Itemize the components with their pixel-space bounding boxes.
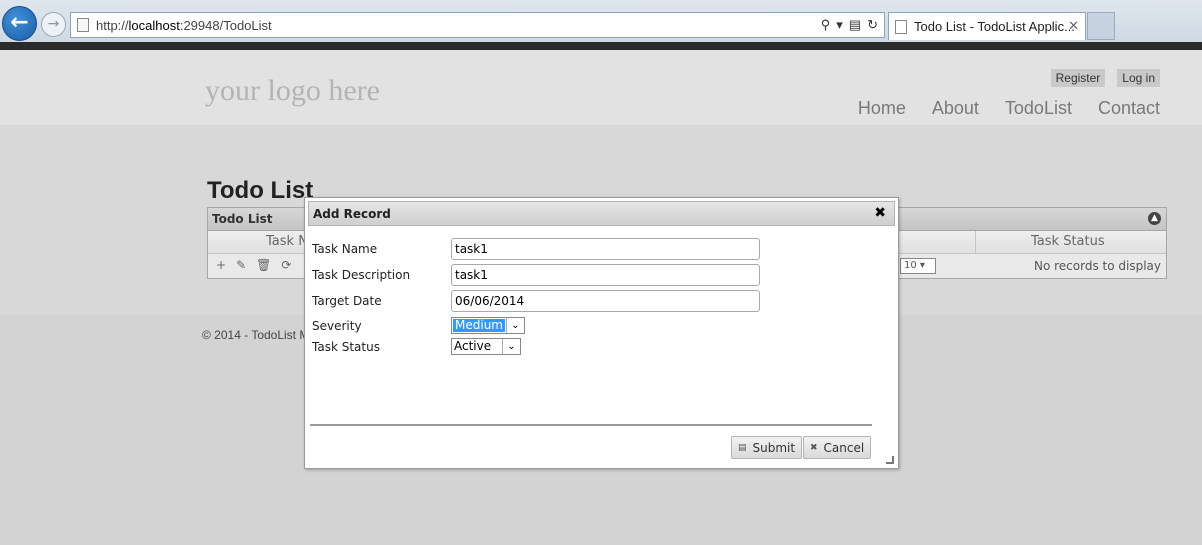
page-title: Todo List	[207, 177, 314, 204]
logo[interactable]: your logo here	[205, 74, 380, 108]
chevron-down-icon[interactable]: ⌄	[505, 318, 524, 333]
task-status-label: Task Status	[312, 339, 380, 354]
column-task-status[interactable]: Task Status	[1031, 234, 1105, 249]
add-icon[interactable]: +	[216, 258, 226, 272]
submit-button[interactable]: ▤ Submit	[731, 436, 803, 459]
dialog-titlebar[interactable]: Add Record ✖	[308, 201, 895, 226]
task-status-select[interactable]: Active ⌄	[451, 338, 521, 355]
no-records-text: No records to display	[1033, 259, 1161, 273]
login-link[interactable]: Log in	[1117, 69, 1160, 87]
target-date-label: Target Date	[312, 294, 382, 308]
dropdown-icon[interactable]: ▾	[836, 17, 843, 33]
severity-label: Severity	[312, 318, 362, 333]
page-size-value: 10	[904, 260, 917, 271]
url-rest: :29948/TodoList	[179, 17, 272, 33]
page-size-select[interactable]: 10 ▾	[900, 258, 936, 274]
refresh-icon[interactable]: ⟳	[281, 258, 291, 272]
browser-tab[interactable]: Todo List - TodoList Applic... ✕	[888, 12, 1086, 40]
tab-title: Todo List - TodoList Applic...	[914, 19, 1075, 34]
task-description-input[interactable]	[451, 264, 760, 286]
dialog-title: Add Record	[313, 207, 391, 221]
close-icon: ✖	[810, 442, 818, 453]
task-name-input[interactable]	[451, 238, 760, 260]
footer-text: © 2014 - TodoList MV	[202, 328, 318, 342]
form-row-task-status: Task Status Active ⌄	[312, 338, 521, 355]
page-icon	[77, 18, 89, 32]
url-prefix: http://	[96, 17, 129, 33]
tab-page-icon	[895, 19, 907, 34]
grid-caption-text: Todo List	[212, 212, 273, 226]
cancel-button[interactable]: ✖ Cancel	[803, 436, 872, 459]
main-nav: Home About TodoList Contact	[858, 98, 1160, 119]
pager-actions: + ✎ 🗑 ⟳	[216, 258, 291, 272]
submit-label: Submit	[752, 440, 796, 455]
form-row-task-name: Task Name	[312, 238, 760, 260]
resize-grip-icon[interactable]	[886, 456, 894, 464]
chevron-down-icon[interactable]: ⌄	[502, 339, 520, 354]
browser-divider	[0, 42, 1202, 50]
edit-icon[interactable]: ✎	[236, 258, 246, 272]
address-bar[interactable]: http://localhost:29948/TodoList ⚲ ▾ ▤ ↻	[70, 12, 885, 38]
close-icon[interactable]: ✖	[874, 205, 886, 221]
severity-select[interactable]: Medium ⌄	[451, 317, 525, 334]
back-arrow-icon[interactable]: ←	[2, 6, 37, 41]
nav-about[interactable]: About	[932, 98, 979, 119]
dialog-separator	[310, 424, 872, 426]
delete-icon[interactable]: 🗑	[256, 258, 271, 272]
form-row-severity: Severity Medium ⌄	[312, 317, 525, 334]
close-icon[interactable]: ✕	[1068, 18, 1079, 34]
save-icon: ▤	[738, 442, 747, 453]
column-task-name[interactable]: Task N	[266, 234, 308, 249]
new-tab-button[interactable]	[1087, 12, 1115, 40]
column-divider	[975, 231, 976, 254]
site-header: your logo here Register Log in Home Abou…	[0, 50, 1202, 125]
target-date-input[interactable]	[451, 290, 760, 312]
browser-chrome: ← → http://localhost:29948/TodoList ⚲ ▾ …	[0, 0, 1202, 42]
nav-todolist[interactable]: TodoList	[1005, 98, 1072, 119]
refresh-icon[interactable]: ↻	[867, 17, 878, 33]
severity-value: Medium	[453, 318, 505, 332]
forward-arrow-icon[interactable]: →	[41, 12, 66, 37]
cancel-label: Cancel	[823, 440, 865, 455]
compat-view-icon[interactable]: ▤	[849, 17, 861, 33]
register-link[interactable]: Register	[1050, 69, 1106, 87]
task-name-label: Task Name	[312, 242, 378, 256]
url-host: localhost	[128, 17, 180, 33]
nav-contact[interactable]: Contact	[1098, 98, 1160, 119]
form-row-task-description: Task Description	[312, 264, 760, 286]
add-record-dialog: Add Record ✖ Task Name Task Description …	[304, 197, 899, 469]
login-links: Register Log in	[1050, 69, 1160, 87]
task-status-value: Active	[454, 339, 492, 353]
collapse-icon[interactable]: ▲	[1148, 212, 1161, 225]
search-icon[interactable]: ⚲	[821, 17, 831, 33]
nav-home[interactable]: Home	[858, 98, 906, 119]
task-description-label: Task Description	[312, 268, 411, 282]
form-row-target-date: Target Date	[312, 290, 760, 312]
